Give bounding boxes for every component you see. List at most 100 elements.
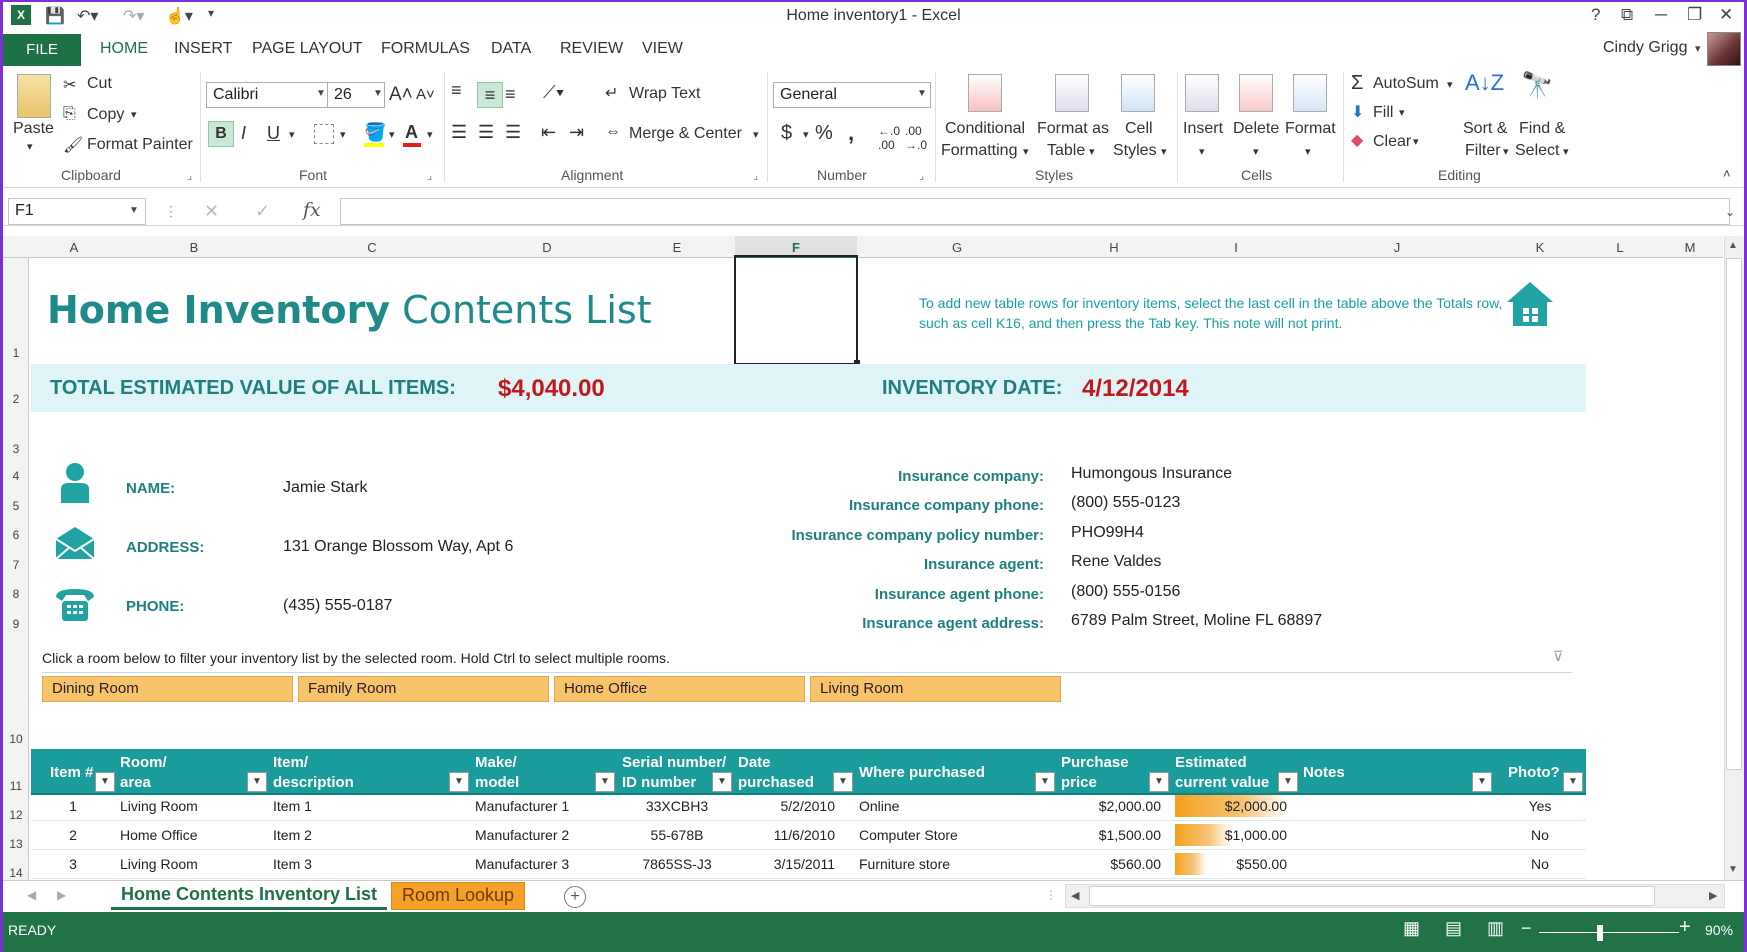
- cancel-entry-icon[interactable]: ✕: [204, 201, 219, 222]
- cell-price[interactable]: $2,000.00: [1057, 798, 1161, 814]
- format-cells-button[interactable]: Format: [1285, 120, 1336, 138]
- align-center-icon[interactable]: ☰: [478, 122, 494, 143]
- sort-filter-button[interactable]: Sort &: [1463, 120, 1507, 138]
- minimize-icon[interactable]: ─: [1655, 5, 1667, 25]
- font-color-icon[interactable]: A: [405, 122, 418, 143]
- cell-description[interactable]: Item 2: [273, 827, 312, 843]
- slicer-living-room[interactable]: Living Room: [810, 676, 1061, 702]
- cell-value[interactable]: $1,000.00: [1175, 827, 1287, 843]
- format-chevron-down-icon[interactable]: ▾: [1305, 145, 1311, 158]
- cell-room[interactable]: Living Room: [120, 798, 198, 814]
- filter-dropdown-where[interactable]: ▼: [1035, 772, 1055, 792]
- tab-review[interactable]: REVIEW: [560, 40, 623, 58]
- close-icon[interactable]: ✕: [1719, 5, 1733, 25]
- scroll-right-icon[interactable]: ▶: [1709, 889, 1717, 902]
- row-header-5[interactable]: 5: [3, 499, 29, 513]
- cut-button[interactable]: Cut: [87, 75, 112, 93]
- comma-button[interactable]: ,: [848, 120, 854, 146]
- row-header-2[interactable]: 2: [3, 392, 29, 406]
- copy-chevron-down-icon[interactable]: ▾: [131, 108, 137, 121]
- clear-chevron-down-icon[interactable]: ▾: [1413, 135, 1419, 148]
- font-color-chevron-down-icon[interactable]: ▾: [427, 128, 433, 141]
- tab-formulas[interactable]: FORMULAS: [381, 40, 470, 58]
- scroll-left-icon[interactable]: ◀: [1071, 889, 1079, 902]
- align-left-icon[interactable]: ☰: [451, 122, 467, 143]
- currency-button[interactable]: $: [781, 122, 792, 145]
- row-header-8[interactable]: 8: [3, 587, 29, 601]
- merge-chevron-down-icon[interactable]: ▾: [753, 128, 759, 141]
- filter-dropdown-item-number[interactable]: ▼: [95, 772, 115, 792]
- prev-sheet-icon[interactable]: ◀: [27, 888, 36, 902]
- filter-dropdown-room[interactable]: ▼: [247, 772, 267, 792]
- fill-button[interactable]: Fill: [1373, 104, 1393, 122]
- number-format-chevron-down-icon[interactable]: ▼: [917, 88, 927, 99]
- insert-function-button[interactable]: fx: [303, 199, 321, 221]
- underline-button[interactable]: U: [267, 123, 280, 144]
- copy-button[interactable]: Copy: [87, 106, 124, 124]
- column-header-i[interactable]: I: [1171, 240, 1301, 255]
- cell-item-number[interactable]: 1: [31, 798, 115, 814]
- column-header-l[interactable]: L: [1587, 240, 1653, 255]
- sheet-tab-room-lookup[interactable]: Room Lookup: [391, 882, 526, 910]
- row-header-4[interactable]: 4: [3, 469, 29, 483]
- cell-photo[interactable]: Yes: [1493, 798, 1587, 814]
- autosum-button[interactable]: AutoSum: [1373, 75, 1439, 93]
- format-painter-button[interactable]: Format Painter: [87, 136, 193, 154]
- top-align-icon[interactable]: ≡: [451, 80, 462, 101]
- normal-view-icon[interactable]: ▦: [1403, 918, 1420, 939]
- cell-where[interactable]: Computer Store: [859, 827, 958, 843]
- expand-formula-bar-icon[interactable]: ⌄: [1725, 205, 1735, 219]
- cell-styles-label[interactable]: Styles: [1113, 142, 1157, 160]
- zoom-out-icon[interactable]: −: [1521, 918, 1532, 939]
- wrap-text-button[interactable]: Wrap Text: [629, 85, 700, 103]
- find-chevron-down-icon[interactable]: ▾: [1563, 145, 1569, 158]
- ribbon-display-icon[interactable]: ⧉: [1621, 5, 1633, 25]
- row-header-9[interactable]: 9: [3, 617, 29, 631]
- column-header-b[interactable]: B: [119, 240, 269, 255]
- delete-chevron-down-icon[interactable]: ▾: [1253, 145, 1259, 158]
- confirm-entry-icon[interactable]: ✓: [255, 201, 270, 222]
- cell-room[interactable]: Home Office: [120, 827, 198, 843]
- font-name-chevron-down-icon[interactable]: ▼: [316, 88, 326, 99]
- insert-cells-button[interactable]: Insert: [1183, 120, 1223, 138]
- cell-description[interactable]: Item 1: [273, 798, 312, 814]
- row-header-10[interactable]: 10: [3, 732, 29, 746]
- cell-price[interactable]: $560.00: [1057, 856, 1161, 872]
- column-header-a[interactable]: A: [29, 240, 119, 255]
- column-header-m[interactable]: M: [1653, 240, 1727, 255]
- cell-make[interactable]: Manufacturer 3: [475, 856, 569, 872]
- format-as-table-chevron-down-icon[interactable]: ▾: [1089, 145, 1095, 158]
- cell-value[interactable]: $2,000.00: [1175, 798, 1287, 814]
- page-break-view-icon[interactable]: ▥: [1487, 918, 1504, 939]
- row-header-6[interactable]: 6: [3, 528, 29, 542]
- row-header-12[interactable]: 12: [3, 808, 29, 822]
- fill-color-icon[interactable]: 🪣: [364, 122, 386, 143]
- filter-dropdown-value[interactable]: ▼: [1278, 772, 1298, 792]
- cell-item-number[interactable]: 3: [31, 856, 115, 872]
- filter-dropdown-serial[interactable]: ▼: [712, 772, 732, 792]
- fill-chevron-down-icon[interactable]: ▾: [1399, 106, 1405, 119]
- filter-dropdown-make[interactable]: ▼: [595, 772, 615, 792]
- cell-make[interactable]: Manufacturer 1: [475, 798, 569, 814]
- cell-value[interactable]: $550.00: [1175, 856, 1287, 872]
- tab-split-handle-icon[interactable]: ⋮: [1045, 888, 1057, 902]
- active-cell-f1[interactable]: [734, 255, 858, 365]
- tab-file[interactable]: FILE: [3, 34, 81, 66]
- tab-view[interactable]: VIEW: [642, 40, 683, 58]
- delete-cells-button[interactable]: Delete: [1233, 120, 1279, 138]
- slicer-family-room[interactable]: Family Room: [298, 676, 549, 702]
- number-format-select[interactable]: General: [773, 82, 931, 108]
- tab-data[interactable]: DATA: [491, 40, 531, 58]
- row-header-14[interactable]: 14: [3, 866, 29, 880]
- currency-chevron-down-icon[interactable]: ▾: [803, 128, 809, 141]
- column-header-g[interactable]: G: [857, 240, 1057, 255]
- grow-font-icon[interactable]: A˄: [389, 84, 413, 106]
- filter-dropdown-notes[interactable]: ▼: [1472, 772, 1492, 792]
- cell-date[interactable]: 11/6/2010: [735, 827, 835, 843]
- collapse-ribbon-icon[interactable]: ˄: [1723, 166, 1731, 181]
- find-select-button[interactable]: Find &: [1519, 120, 1565, 138]
- name-box-chevron-down-icon[interactable]: ▼: [129, 205, 139, 216]
- italic-button[interactable]: I: [241, 123, 246, 144]
- paste-chevron-down-icon[interactable]: ▾: [27, 140, 33, 153]
- bold-button[interactable]: B: [208, 121, 234, 147]
